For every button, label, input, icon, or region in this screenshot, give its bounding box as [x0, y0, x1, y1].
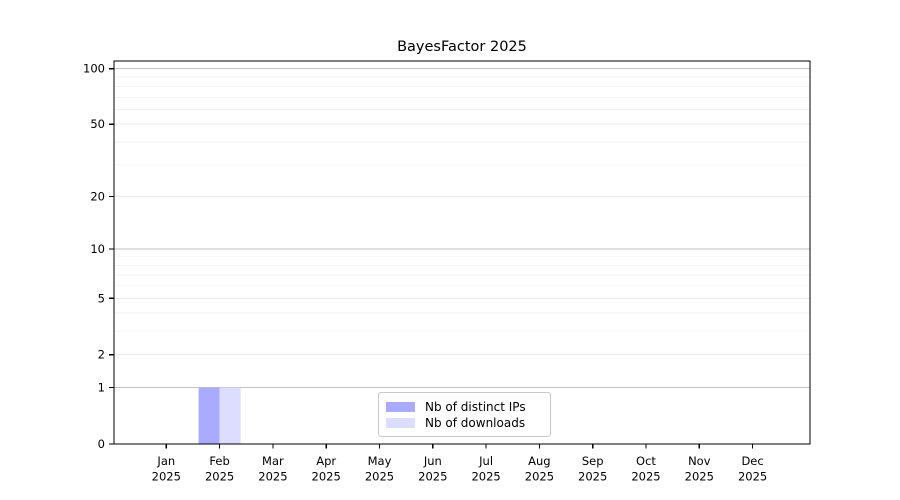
y-tick-label: 10	[90, 242, 105, 256]
legend-swatch-distinct-ips	[386, 401, 415, 412]
chart-title: BayesFactor 2025	[397, 39, 527, 55]
x-tick-label-month: Aug	[528, 454, 550, 468]
x-tick-label-year: 2025	[365, 470, 394, 484]
x-tick-label-year: 2025	[471, 470, 500, 484]
x-tick-label-month: Apr	[316, 454, 336, 468]
x-tick-label-month: Jun	[423, 454, 442, 468]
x-tick-label-month: May	[368, 454, 392, 468]
x-tick-label-year: 2025	[205, 470, 234, 484]
x-tick-label-year: 2025	[685, 470, 714, 484]
y-tick-label: 100	[83, 62, 105, 76]
x-tick-label-month: Mar	[262, 454, 284, 468]
legend-item: Nb of downloads	[386, 417, 550, 429]
x-tick-label-month: Dec	[741, 454, 763, 468]
x-tick-label-year: 2025	[631, 470, 660, 484]
grid-layer	[114, 68, 810, 389]
x-tick-label-month: Feb	[209, 454, 229, 468]
bar-nb-of-distinct-ips	[198, 387, 220, 444]
y-tick-label: 1	[98, 381, 105, 395]
x-tick-label-month: Jul	[478, 454, 493, 468]
x-tick-label-year: 2025	[258, 470, 287, 484]
y-tick-label: 2	[98, 348, 105, 362]
y-tick-label: 0	[98, 437, 105, 451]
y-tick-label: 50	[90, 117, 105, 131]
bar-nb-of-downloads	[219, 387, 241, 444]
download-stats-chart: 0 1 2 5 10 20 50 100 Jan 2025 Feb 2025 Mar 2025 Apr 202…	[0, 0, 900, 500]
y-tick-label: 20	[90, 189, 105, 203]
legend-label-distinct-ips: Nb of distinct IPs	[425, 399, 526, 414]
x-tick-label-year: 2025	[738, 470, 767, 484]
legend: Nb of distinct IPs Nb of downloads	[378, 392, 551, 437]
bars-layer	[198, 387, 241, 444]
x-tick-label-year: 2025	[312, 470, 341, 484]
x-tick-label-year: 2025	[418, 470, 447, 484]
legend-item: Nb of distinct IPs	[386, 401, 550, 413]
y-tick-label: 5	[98, 291, 105, 305]
x-tick-label-year: 2025	[578, 470, 607, 484]
x-tick-label-month: Oct	[636, 454, 656, 468]
x-tick-label-year: 2025	[525, 470, 554, 484]
x-tick-label-month: Jan	[156, 454, 175, 468]
legend-swatch-downloads	[386, 417, 415, 428]
x-tick-label-year: 2025	[152, 470, 181, 484]
legend-label-downloads: Nb of downloads	[425, 415, 526, 430]
plot-frame	[113, 60, 811, 445]
x-tick-label-month: Nov	[688, 454, 711, 468]
x-tick-label-month: Sep	[582, 454, 604, 468]
